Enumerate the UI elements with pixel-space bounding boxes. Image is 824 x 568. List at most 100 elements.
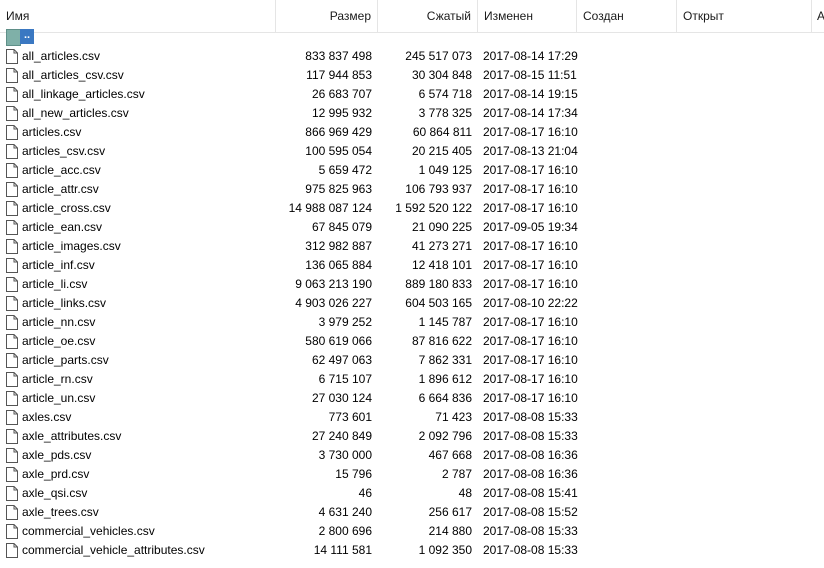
- file-name: article_un.csv: [22, 391, 96, 405]
- file-size: 136 065 884: [305, 258, 372, 272]
- file-row[interactable]: axle_pds.csv 3 730 000 467 668 2017-08-08 1…: [0, 446, 824, 465]
- file-icon: [6, 201, 18, 216]
- file-modified-date: 2017-08-08 15:41: [483, 486, 578, 500]
- file-name: article_oe.csv: [22, 334, 96, 348]
- file-size: 833 837 498: [305, 49, 372, 63]
- file-modified-date: 2017-08-13 21:04: [483, 144, 578, 158]
- file-icon: [6, 543, 18, 558]
- file-modified-date: 2017-08-08 15:52: [483, 505, 578, 519]
- file-icon: [6, 68, 18, 83]
- file-row[interactable]: article_images.csv 312 982 887 41 273 271 2…: [0, 237, 824, 256]
- file-row[interactable]: articles_csv.csv 100 595 054 20 215 405 201…: [0, 142, 824, 161]
- file-compressed-size: 87 816 622: [411, 334, 472, 348]
- file-row[interactable]: article_ean.csv 67 845 079 21 090 225 2017-…: [0, 218, 824, 237]
- file-size: 3 730 000: [318, 448, 372, 462]
- file-row[interactable]: article_attr.csv 975 825 963 106 793 937 20…: [0, 180, 824, 199]
- file-row[interactable]: article_cross.csv 14 988 087 124 1 592 520…: [0, 199, 824, 218]
- file-row[interactable]: commercial_vehicles.csv 2 800 696 214 880 2…: [0, 522, 824, 541]
- file-size: 14 988 087 124: [288, 201, 372, 215]
- file-size: 15 796: [335, 467, 372, 481]
- file-modified-date: 2017-08-17 16:10: [483, 182, 578, 196]
- file-compressed-size: 245 517 073: [405, 49, 472, 63]
- file-row[interactable]: all_linkage_articles.csv 26 683 707 6 574 …: [0, 85, 824, 104]
- file-size: 312 982 887: [305, 239, 372, 253]
- file-row[interactable]: article_un.csv 27 030 124 6 664 836 2017-08…: [0, 389, 824, 408]
- file-row[interactable]: article_nn.csv 3 979 252 1 145 787 2017-08-…: [0, 313, 824, 332]
- file-name: axle_prd.csv: [22, 467, 90, 481]
- file-row[interactable]: axle_trees.csv 4 631 240 256 617 2017-08-08…: [0, 503, 824, 522]
- file-icon: [6, 239, 18, 254]
- file-modified-date: 2017-08-17 16:10: [483, 201, 578, 215]
- file-name: article_parts.csv: [22, 353, 109, 367]
- file-name: article_inf.csv: [22, 258, 95, 272]
- file-icon: [6, 448, 18, 463]
- file-size: 580 619 066: [305, 334, 372, 348]
- file-icon: [6, 353, 18, 368]
- file-compressed-size: 3 778 325: [418, 106, 472, 120]
- parent-directory-row[interactable]: ..: [0, 28, 824, 47]
- file-name: all_new_articles.csv: [22, 106, 129, 120]
- file-size: 67 845 079: [311, 220, 372, 234]
- file-name: article_ean.csv: [22, 220, 103, 234]
- file-icon: [6, 125, 18, 140]
- file-row[interactable]: articles.csv 866 969 429 60 864 811 2017-08…: [0, 123, 824, 142]
- file-compressed-size: 12 418 101: [411, 258, 472, 272]
- file-size: 4 903 026 227: [295, 296, 372, 310]
- file-row[interactable]: all_new_articles.csv 12 995 932 3 778 325 2…: [0, 104, 824, 123]
- file-size: 866 969 429: [305, 125, 372, 139]
- file-icon: [6, 87, 18, 102]
- file-size: 26 683 707: [311, 87, 372, 101]
- file-row[interactable]: article_oe.csv 580 619 066 87 816 622 2017-…: [0, 332, 824, 351]
- file-row[interactable]: article_acc.csv 5 659 472 1 049 125 2017-08…: [0, 161, 824, 180]
- file-size: 6 715 107: [318, 372, 372, 386]
- file-row[interactable]: article_li.csv 9 063 213 190 889 180 833 20…: [0, 275, 824, 294]
- file-modified-date: 2017-08-08 15:33: [483, 429, 578, 443]
- file-modified-date: 2017-08-15 11:51: [483, 68, 577, 82]
- file-name: articles_csv.csv: [22, 144, 106, 158]
- file-icon: [6, 429, 18, 444]
- file-row[interactable]: article_rn.csv 6 715 107 1 896 612 2017-08-…: [0, 370, 824, 389]
- file-size: 117 944 853: [306, 68, 372, 82]
- file-size: 2 800 696: [318, 524, 372, 538]
- file-row[interactable]: axle_qsi.csv 46 48 2017-08-08 15:41: [0, 484, 824, 503]
- file-row[interactable]: commercial_vehicle_attributes.csv 14 111 …: [0, 541, 824, 560]
- file-compressed-size: 1 092 350: [418, 543, 472, 557]
- file-size: 4 631 240: [318, 505, 372, 519]
- file-row[interactable]: axles.csv 773 601 71 423 2017-08-08 15:33: [0, 408, 824, 427]
- file-icon: [6, 296, 18, 311]
- file-row[interactable]: all_articles.csv 833 837 498 245 517 073 20…: [0, 47, 824, 66]
- file-icon: [6, 391, 18, 406]
- file-compressed-size: 889 180 833: [405, 277, 472, 291]
- file-row[interactable]: axle_attributes.csv 27 240 849 2 092 796 20…: [0, 427, 824, 446]
- file-modified-date: 2017-08-17 16:10: [483, 239, 578, 253]
- file-icon: [6, 182, 18, 197]
- parent-directory-label: ..: [20, 29, 34, 44]
- file-name: axle_trees.csv: [22, 505, 99, 519]
- file-modified-date: 2017-08-17 16:10: [483, 315, 578, 329]
- file-size: 27 240 849: [311, 429, 372, 443]
- file-row[interactable]: article_links.csv 4 903 026 227 604 503 16…: [0, 294, 824, 313]
- file-row[interactable]: all_articles_csv.csv 117 944 853 30 304 84…: [0, 66, 824, 85]
- file-compressed-size: 6 574 718: [418, 87, 472, 101]
- file-size: 3 979 252: [318, 315, 372, 329]
- file-size: 5 659 472: [318, 163, 372, 177]
- file-row[interactable]: axle_prd.csv 15 796 2 787 2017-08-08 16:36: [0, 465, 824, 484]
- file-size: 100 595 054: [305, 144, 372, 158]
- file-compressed-size: 1 592 520 122: [395, 201, 472, 215]
- file-row[interactable]: article_parts.csv 62 497 063 7 862 331 2017…: [0, 351, 824, 370]
- file-icon: [6, 334, 18, 349]
- file-name: article_images.csv: [22, 239, 121, 253]
- file-icon: [6, 505, 18, 520]
- file-compressed-size: 2 787: [441, 467, 472, 481]
- file-row[interactable]: article_inf.csv 136 065 884 12 418 101 2017…: [0, 256, 824, 275]
- file-name: article_nn.csv: [22, 315, 96, 329]
- file-icon: [6, 372, 18, 387]
- file-modified-date: 2017-08-17 16:10: [483, 391, 578, 405]
- file-modified-date: 2017-08-17 16:10: [483, 258, 578, 272]
- file-icon: [6, 486, 18, 501]
- file-modified-date: 2017-08-17 16:10: [483, 163, 578, 177]
- file-modified-date: 2017-08-14 17:29: [483, 49, 578, 63]
- file-modified-date: 2017-08-17 16:10: [483, 372, 578, 386]
- file-modified-date: 2017-08-08 15:33: [483, 524, 578, 538]
- file-icon: [6, 258, 18, 273]
